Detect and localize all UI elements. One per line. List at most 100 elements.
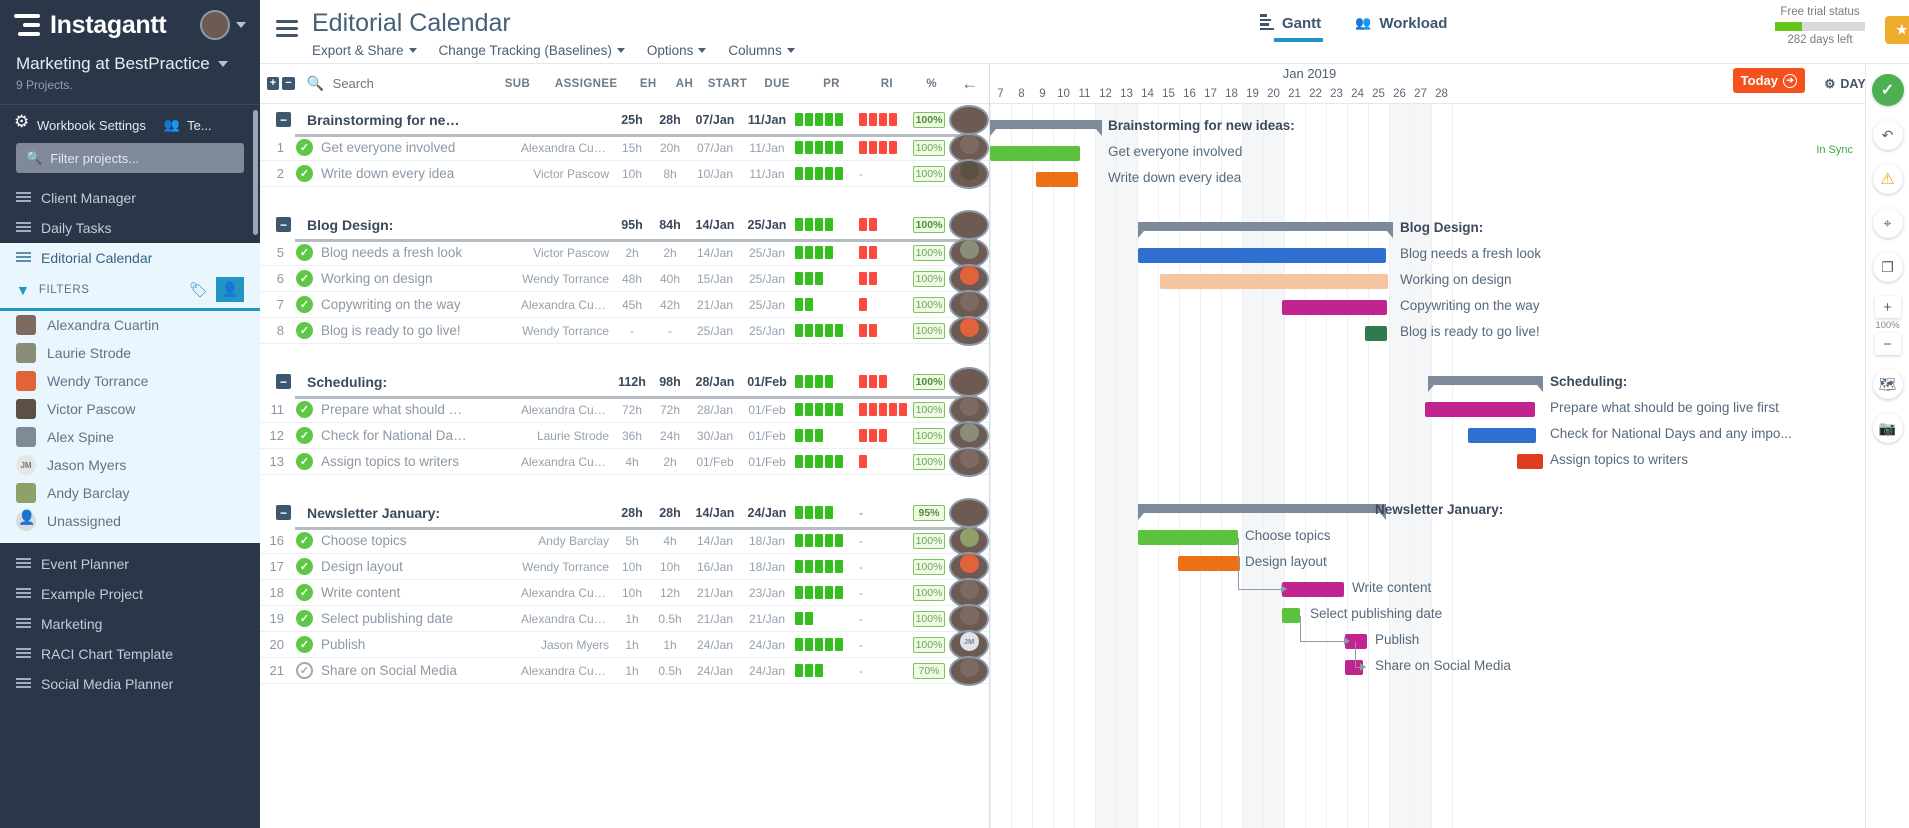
- branch-icon[interactable]: ⌖: [1872, 208, 1903, 238]
- cell-priority[interactable]: [793, 586, 855, 599]
- filter-member-jason-myers[interactable]: JM Jason Myers: [0, 451, 260, 479]
- cell-priority[interactable]: [793, 506, 855, 519]
- copy-icon[interactable]: ❐: [1872, 252, 1903, 282]
- workspace-block[interactable]: Marketing at BestPractice 9 Projects.: [0, 50, 260, 92]
- cell-assignee[interactable]: Wendy Torrance: [521, 272, 613, 286]
- column-header-pr[interactable]: PR: [802, 78, 861, 90]
- warning-icon[interactable]: ⚠: [1872, 164, 1903, 194]
- chevron-down-icon[interactable]: [217, 61, 228, 67]
- cell-progress[interactable]: 100%: [909, 558, 949, 575]
- sidebar-item-social-media-planner[interactable]: Social Media Planner: [0, 669, 260, 699]
- cell-assignee[interactable]: Laurie Strode: [521, 429, 613, 443]
- task-status-icon[interactable]: ✓: [296, 532, 313, 549]
- cell-risk[interactable]: [855, 246, 909, 259]
- menu-columns[interactable]: Columns: [728, 43, 795, 58]
- collapse-group-icon[interactable]: −: [276, 112, 291, 127]
- cell-risk[interactable]: -: [855, 506, 909, 520]
- task-status-icon[interactable]: ✓: [296, 636, 313, 653]
- cell-avatar[interactable]: [949, 315, 989, 346]
- table-row[interactable]: 16 ✓ Choose topics Andy Barclay 5h 4h 14/Jan 18…: [260, 525, 989, 556]
- cell-priority[interactable]: [793, 141, 855, 154]
- column-header-due[interactable]: DUE: [752, 78, 802, 90]
- collapse-group-icon[interactable]: −: [276, 217, 291, 232]
- chevron-down-icon[interactable]: [236, 22, 246, 28]
- cell-assignee[interactable]: Alexandra Cua...: [521, 664, 613, 678]
- toggle-sidebar-icon[interactable]: [276, 20, 298, 41]
- cell-progress[interactable]: 100%: [909, 296, 949, 313]
- cell-priority[interactable]: [793, 298, 855, 311]
- task-group-row[interactable]: − Newsletter January: 28h 28h 14/Jan 24/Jan - 9…: [260, 497, 989, 530]
- cell-avatar[interactable]: [949, 446, 989, 477]
- cell-risk[interactable]: -: [855, 586, 909, 600]
- cell-risk[interactable]: [855, 324, 909, 337]
- person-icon[interactable]: 👤: [216, 277, 244, 302]
- task-group-row[interactable]: − Blog Design: 95h 84h 14/Jan 25/Jan 100%: [260, 209, 989, 242]
- cell-risk[interactable]: [855, 455, 909, 468]
- cell-priority[interactable]: [793, 218, 855, 231]
- gantt-task-bar[interactable]: [1425, 402, 1535, 417]
- cell-assignee[interactable]: Victor Pascow: [521, 167, 613, 181]
- table-row[interactable]: 5 ✓ Blog needs a fresh look Victor Pascow 2h…: [260, 237, 989, 268]
- cell-risk[interactable]: [855, 218, 909, 231]
- column-header-percent[interactable]: %: [913, 78, 951, 90]
- sidebar-menu-icon[interactable]: [14, 14, 40, 36]
- cell-assignee[interactable]: Alexandra Cua...: [521, 586, 613, 600]
- cell-priority[interactable]: [793, 534, 855, 547]
- filter-member-andy-barclay[interactable]: Andy Barclay: [0, 479, 260, 507]
- today-button[interactable]: Today ➔: [1732, 68, 1805, 93]
- cell-priority[interactable]: [793, 612, 855, 625]
- cell-priority[interactable]: [793, 246, 855, 259]
- cell-progress[interactable]: 100%: [909, 216, 949, 233]
- team-button[interactable]: Te...: [164, 117, 212, 133]
- cell-priority[interactable]: [793, 664, 855, 677]
- task-status-icon[interactable]: ✓: [296, 401, 313, 418]
- cell-priority[interactable]: [793, 455, 855, 468]
- sidebar-item-marketing[interactable]: Marketing: [0, 609, 260, 639]
- workspace-selector[interactable]: Marketing at BestPractice: [16, 54, 244, 74]
- column-header-sub[interactable]: SUB: [493, 78, 543, 90]
- cell-assignee[interactable]: Wendy Torrance: [521, 324, 613, 338]
- task-status-icon[interactable]: ✓: [296, 662, 313, 679]
- gantt-summary-bar[interactable]: [1428, 376, 1543, 392]
- task-status-icon[interactable]: ✓: [296, 296, 313, 313]
- undo-icon[interactable]: ↶: [1872, 120, 1903, 150]
- gantt-task-bar[interactable]: [1365, 326, 1387, 341]
- cell-assignee[interactable]: Alexandra Cua...: [521, 612, 613, 626]
- cell-progress[interactable]: 100%: [909, 453, 949, 470]
- tab-gantt[interactable]: Gantt: [1260, 14, 1324, 42]
- gantt-task-bar[interactable]: [1517, 454, 1543, 469]
- zoom-in-icon[interactable]: +: [1874, 296, 1901, 318]
- collapse-group-icon[interactable]: −: [276, 374, 291, 389]
- gantt-summary-bar[interactable]: [1138, 222, 1393, 238]
- task-status-icon[interactable]: ✓: [296, 244, 313, 261]
- collapse-all-button[interactable]: −: [282, 77, 295, 90]
- table-row[interactable]: 19 ✓ Select publishing date Alexandra Cua..…: [260, 603, 989, 634]
- cell-priority[interactable]: [793, 167, 855, 180]
- menu-change-tracking[interactable]: Change Tracking (Baselines): [439, 43, 625, 58]
- table-row[interactable]: 18 ✓ Write content Alexandra Cua... 10h 12h 21…: [260, 577, 989, 608]
- zoom-out-icon[interactable]: −: [1874, 333, 1901, 355]
- column-header-ah[interactable]: AH: [666, 78, 702, 90]
- cell-progress[interactable]: 100%: [909, 111, 949, 128]
- table-row[interactable]: 20 ✓ Publish Jason Myers 1h 1h 24/Jan 24/Jan - 10…: [260, 629, 989, 660]
- cell-priority[interactable]: [793, 403, 855, 416]
- cell-risk[interactable]: -: [855, 534, 909, 548]
- column-header-eh[interactable]: EH: [630, 78, 666, 90]
- task-status-icon[interactable]: ✓: [296, 322, 313, 339]
- table-row[interactable]: 8 ✓ Blog is ready to go live! Wendy Torranc…: [260, 315, 989, 346]
- cell-risk[interactable]: [855, 375, 909, 388]
- cell-progress[interactable]: 100%: [909, 610, 949, 627]
- column-header-assignee[interactable]: ASSIGNEE: [542, 78, 630, 90]
- cell-priority[interactable]: [793, 429, 855, 442]
- cell-risk[interactable]: [855, 403, 909, 416]
- menu-options[interactable]: Options: [647, 43, 707, 58]
- table-row[interactable]: 13 ✓ Assign topics to writers Alexandra Cua…: [260, 446, 989, 477]
- cell-avatar[interactable]: [949, 158, 989, 189]
- camera-icon[interactable]: 📷: [1872, 413, 1903, 443]
- gantt-task-bar[interactable]: [1036, 172, 1078, 187]
- task-status-icon[interactable]: ✓: [296, 270, 313, 287]
- table-row[interactable]: 1 ✓ Get everyone involved Alexandra Cua... 1…: [260, 132, 989, 163]
- table-row[interactable]: 2 ✓ Write down every idea Victor Pascow 10h 8…: [260, 158, 989, 189]
- cell-priority[interactable]: [793, 375, 855, 388]
- avatar[interactable]: [200, 10, 230, 40]
